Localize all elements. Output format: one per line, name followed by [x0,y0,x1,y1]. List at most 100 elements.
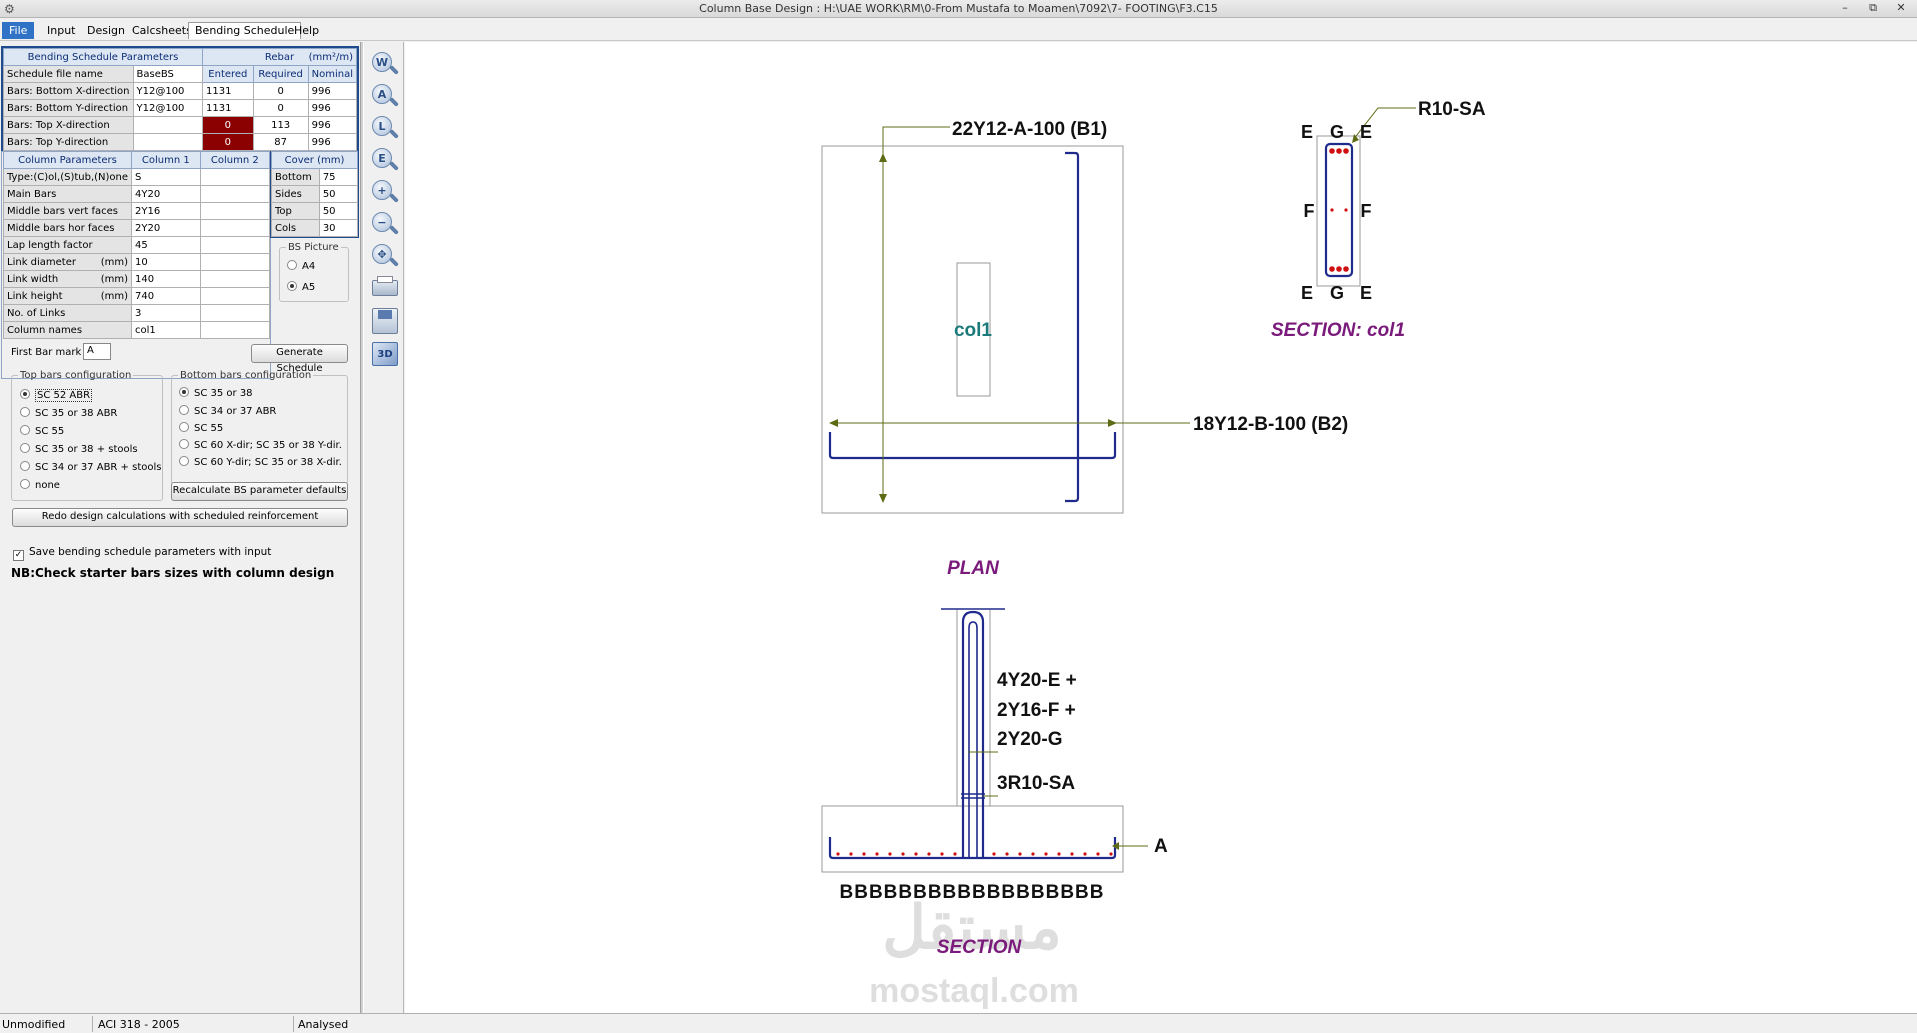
top-config-option-2[interactable]: SC 35 or 38 ABR [20,407,117,419]
cover-top-input[interactable]: 50 [318,202,359,220]
bottom-config-option-2[interactable]: SC 34 or 37 ABR [179,405,276,417]
mesh-bar-dot [1096,852,1100,856]
b1-leader [882,126,950,156]
menu-file[interactable]: File [2,22,35,39]
col2-cell[interactable] [199,270,271,288]
top-config-option-1[interactable]: SC 52 ABR [20,389,93,402]
zoom-e-icon[interactable]: E [370,146,400,174]
col1-no-links-input[interactable]: 3 [131,304,201,322]
zoom-l-icon[interactable]: L [370,114,400,142]
radio-label: SC 60 Y-dir; SC 35 or 38 X-dir. [194,457,342,468]
section-bar-label-3: 2Y20-G [997,729,1062,750]
menu-help[interactable]: Help [287,22,326,39]
recalculate-defaults-button[interactable]: Recalculate BS parameter defaults [171,482,348,501]
bottom-y-bars-input[interactable]: Y12@100 [132,99,204,117]
b2-rebar [828,432,1117,460]
save-icon[interactable] [370,308,400,336]
starter-bar-inner [968,621,978,858]
cover-bottom-input[interactable]: 75 [318,168,359,186]
menu-bending-schedule[interactable]: Bending Schedule [188,22,302,39]
mesh-bar-dot [940,852,944,856]
radio-icon [179,439,189,449]
generate-schedule-button[interactable]: Generate Schedule [251,344,348,374]
mesh-bar-dot [1031,852,1035,856]
cover-label: Bottom [271,168,320,186]
radio-label: SC 34 or 37 ABR [194,406,277,417]
col2-cell[interactable] [199,168,271,186]
top-config-option-5[interactable]: SC 34 or 37 ABR + stools [20,461,161,473]
drawing-toolbar: W A L E + − ✥ 3D [364,42,404,1013]
zoom-out-icon[interactable]: − [370,210,400,238]
drawing-svg: col1 22Y12-A-100 (B1) 18Y12-B-100 (B2) P… [821,99,1486,1010]
radio-selected-icon [287,281,297,291]
mesh-bar-dot [1109,852,1113,856]
bottom-x-bars-input[interactable]: Y12@100 [132,82,204,100]
col1-name-input[interactable]: col1 [131,321,201,339]
zoom-in-icon[interactable]: + [370,178,400,206]
menu-input[interactable]: Input [40,22,82,39]
radio-label: SC 34 or 37 ABR + stools [35,462,162,473]
bottom-config-option-3[interactable]: SC 55 [179,422,223,434]
magnifier-handle [389,257,399,267]
radio-label: SC 60 X-dir; SC 35 or 38 Y-dir. [194,440,342,451]
bottom-config-option-1[interactable]: SC 35 or 38 [179,387,253,399]
face-label-f: F [1361,201,1372,221]
column-1-header: Column 1 [131,151,201,169]
first-bar-mark-input[interactable]: A [83,343,111,360]
col1-link-width-input[interactable]: 140 [131,270,201,288]
section-bar-label-1: 4Y20-E + [997,670,1077,691]
col-param-text: Link width [7,273,59,285]
radio-icon [179,405,189,415]
col1-main-bars-input[interactable]: 4Y20 [131,185,201,203]
col2-cell[interactable] [199,185,271,203]
drawing-canvas[interactable]: col1 22Y12-A-100 (B1) 18Y12-B-100 (B2) P… [405,42,1917,1013]
top-config-option-4[interactable]: SC 35 or 38 + stools [20,443,138,455]
col2-cell[interactable] [199,287,271,305]
print-icon[interactable] [370,276,400,304]
col1-middle-vert-input[interactable]: 2Y16 [131,202,201,220]
top-config-option-3[interactable]: SC 55 [20,425,64,437]
redo-design-button[interactable]: Redo design calculations with scheduled … [12,508,348,527]
bs-picture-a4-radio[interactable]: A4 [287,260,315,272]
col2-cell[interactable] [199,304,271,322]
minimize-button[interactable]: – [1834,1,1856,16]
col2-cell[interactable] [199,202,271,220]
zoom-w-icon[interactable]: W [370,50,400,78]
top-config-option-6[interactable]: none [20,479,60,491]
col1-type-input[interactable]: S [131,168,201,186]
bs-picture-a5-radio[interactable]: A5 [287,281,315,293]
bottom-config-option-4[interactable]: SC 60 X-dir; SC 35 or 38 Y-dir. [179,439,342,451]
pan-icon[interactable]: ✥ [370,242,400,270]
3d-glyph: 3D [372,342,398,366]
radio-label: SC 55 [194,423,224,434]
col-section-link [1324,142,1354,278]
radio-icon [20,407,30,417]
col2-cell[interactable] [199,219,271,237]
save-params-label: Save bending schedule parameters with in… [29,546,272,558]
col2-cell[interactable] [199,236,271,254]
col2-cell[interactable] [199,321,271,339]
cover-cols-input[interactable]: 30 [318,219,359,237]
bottom-config-option-5[interactable]: SC 60 Y-dir; SC 35 or 38 X-dir. [179,456,342,468]
col1-link-height-input[interactable]: 740 [131,287,201,305]
top-x-bars-input[interactable] [132,116,204,134]
zoom-a-icon[interactable]: A [370,82,400,110]
close-button[interactable]: ✕ [1890,1,1912,16]
mesh-bar-dot [849,852,853,856]
middle-bar-dot [1344,208,1348,212]
schedule-file-input[interactable]: BaseBS [132,65,204,83]
col1-middle-hor-input[interactable]: 2Y20 [131,219,201,237]
col1-link-diameter-input[interactable]: 10 [131,253,201,271]
col2-cell[interactable] [199,253,271,271]
restore-button[interactable]: ⧉ [1862,1,1884,16]
col-param-text: Main Bars [7,188,57,200]
cover-sides-input[interactable]: 50 [318,185,359,203]
save-params-checkbox[interactable]: ✓ Save bending schedule parameters with i… [13,546,271,561]
zoom-out-glyph: − [372,212,392,232]
mesh-bar-dot [953,852,957,856]
3d-icon[interactable]: 3D [370,340,400,368]
col1-lap-factor-input[interactable]: 45 [131,236,201,254]
status-bar: Unmodified ACI 318 - 2005 Analysed [0,1013,1917,1033]
b2-arrow-right [1108,419,1117,427]
top-y-bars-input[interactable] [132,133,204,151]
